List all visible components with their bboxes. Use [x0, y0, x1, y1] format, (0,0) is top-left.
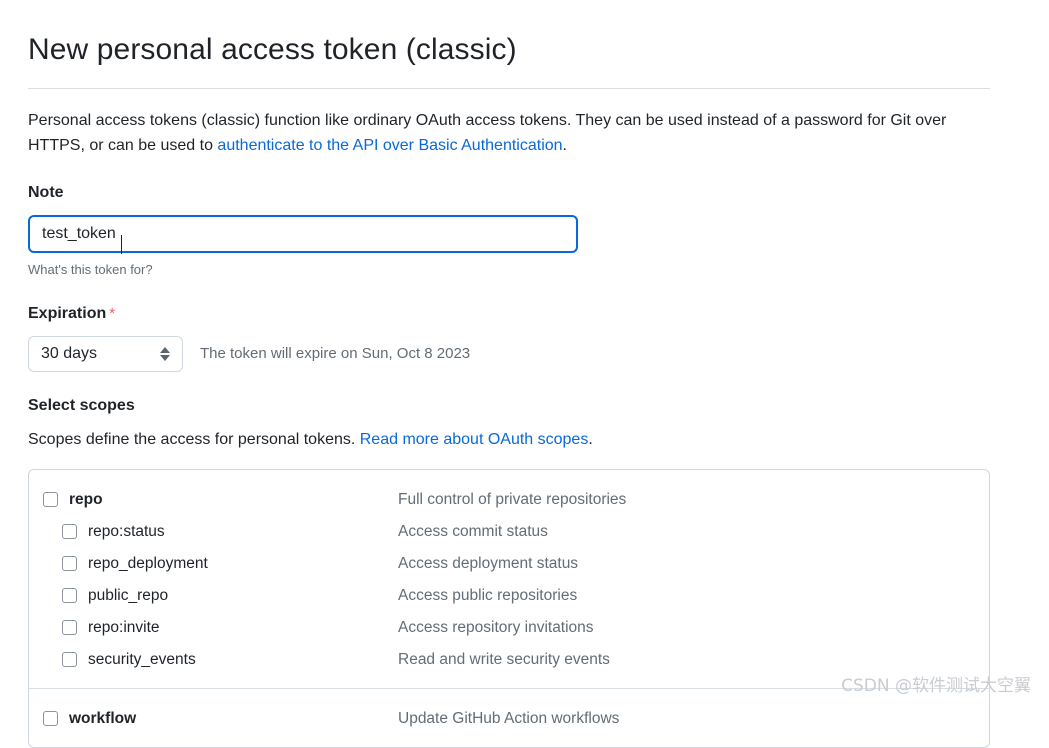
basic-auth-doc-link[interactable]: authenticate to the API over Basic Authe…	[217, 137, 562, 154]
scope-description: Access repository invitations	[398, 618, 594, 636]
note-input-wrapper	[28, 214, 578, 254]
required-asterisk: *	[109, 304, 116, 322]
scope-group: repo Full control of private repositories…	[29, 470, 989, 688]
note-help-text: What's this token for?	[28, 261, 153, 277]
scope-name: repo:status	[88, 522, 165, 540]
chevron-updown-icon	[160, 346, 170, 361]
expiration-label-text: Expiration	[28, 304, 107, 322]
scope-checkbox-workflow[interactable]	[43, 711, 58, 726]
scope-name: repo	[69, 490, 103, 508]
scope-row-child[interactable]: repo_deployment Access deployment status	[29, 548, 989, 580]
scopes-description: Scopes define the access for personal to…	[28, 416, 990, 450]
note-label: Note	[28, 183, 64, 201]
scope-row-parent[interactable]: workflow Update GitHub Action workflows	[29, 703, 989, 735]
scope-name: repo_deployment	[88, 554, 208, 572]
scope-checkbox-public_repo[interactable]	[62, 588, 77, 603]
scope-checkbox-repo:invite[interactable]	[62, 620, 77, 635]
scopes-list: repo Full control of private repositories…	[28, 468, 990, 748]
scope-group: workflow Update GitHub Action workflows	[29, 687, 989, 747]
scope-description: Full control of private repositories	[398, 490, 627, 508]
intro-paragraph: Personal access tokens (classic) functio…	[28, 89, 976, 158]
oauth-scopes-doc-link[interactable]: Read more about OAuth scopes	[360, 431, 589, 448]
scope-row-parent[interactable]: repo Full control of private repositories	[29, 484, 989, 516]
scope-row-child[interactable]: public_repo Access public repositories	[29, 580, 989, 612]
token-form-page: New personal access token (classic) Pers…	[28, 0, 990, 748]
expiration-note: The token will expire on Sun, Oct 8 2023	[200, 344, 471, 362]
scope-description: Update GitHub Action workflows	[398, 709, 620, 727]
intro-text-after: .	[562, 136, 567, 154]
scope-checkbox-repo[interactable]	[43, 492, 58, 507]
scopes-title: Select scopes	[28, 396, 135, 414]
scope-checkbox-repo_deployment[interactable]	[62, 556, 77, 571]
scope-checkbox-security_events[interactable]	[62, 652, 77, 667]
note-input[interactable]	[28, 214, 578, 253]
scope-name: repo:invite	[88, 618, 160, 636]
expiration-select-value: 30 days	[41, 344, 98, 362]
scope-description: Access deployment status	[398, 554, 579, 572]
page-title: New personal access token (classic)	[28, 33, 517, 66]
scope-row-child[interactable]: repo:invite Access repository invitations	[29, 612, 989, 644]
scope-name: security_events	[88, 650, 196, 668]
expiration-label: Expiration *	[28, 279, 990, 324]
scope-description: Access commit status	[398, 522, 548, 540]
scope-name: workflow	[69, 709, 137, 727]
scope-name: public_repo	[88, 586, 169, 604]
expiration-row: 30 days The token will expire on Sun, Oc…	[28, 335, 990, 372]
scope-row-child[interactable]: security_events Read and write security e…	[29, 644, 989, 676]
scope-description: Read and write security events	[398, 650, 610, 668]
scope-checkbox-repo:status[interactable]	[62, 524, 77, 539]
text-caret	[121, 234, 122, 254]
expiration-select[interactable]: 30 days	[28, 335, 183, 372]
scope-row-child[interactable]: repo:status Access commit status	[29, 516, 989, 548]
scope-description: Access public repositories	[398, 586, 578, 604]
scopes-desc-after: .	[588, 430, 593, 448]
scopes-desc-before: Scopes define the access for personal to…	[28, 430, 360, 448]
